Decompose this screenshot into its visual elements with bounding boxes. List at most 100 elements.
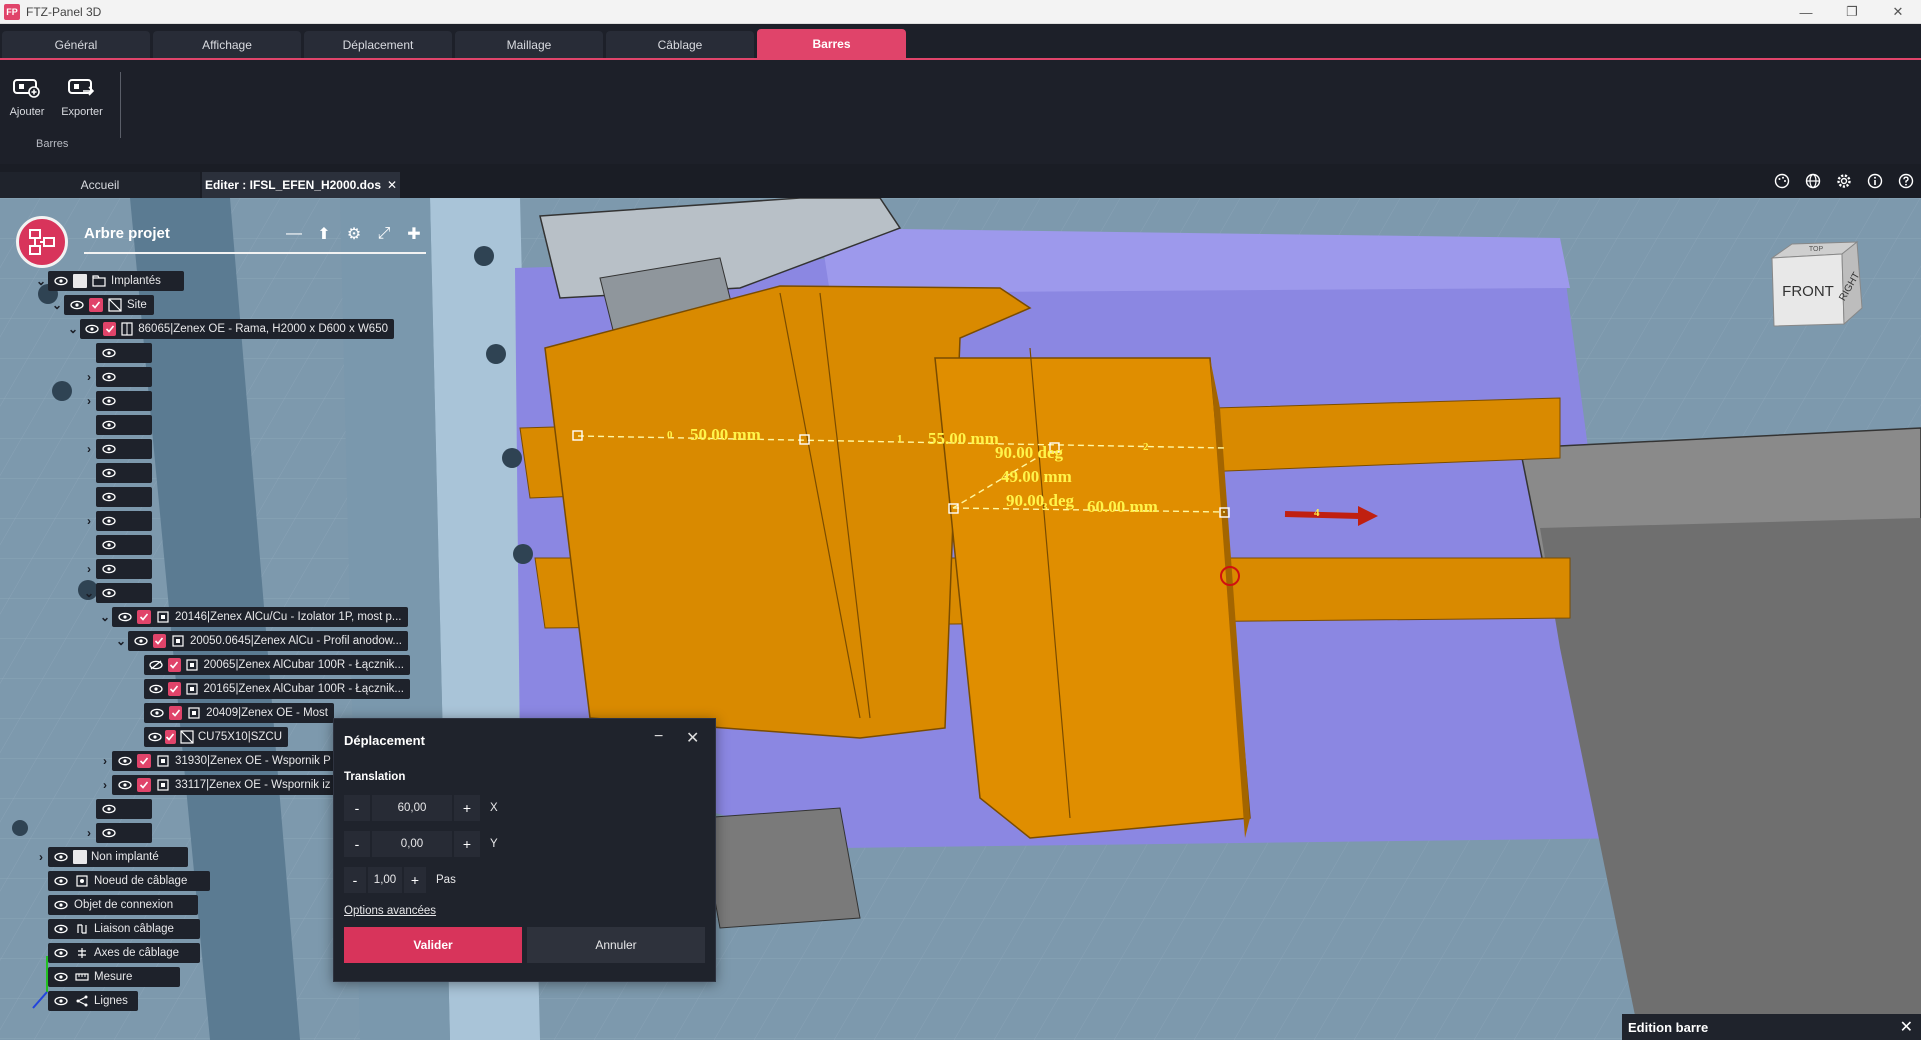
popout-icon[interactable]: ⤢ — [374, 224, 394, 244]
eye-icon[interactable] — [100, 559, 118, 579]
expand-icon[interactable]: ✚ — [404, 224, 424, 244]
chevron-down-icon[interactable]: ⌄ — [98, 610, 112, 624]
eye-hidden-icon[interactable] — [148, 655, 165, 675]
eye-icon[interactable] — [100, 583, 118, 603]
close-panel-button[interactable]: ✕ — [1900, 1017, 1913, 1037]
step-decrement-button[interactable]: - — [344, 867, 366, 893]
chevron-right-icon[interactable]: › — [98, 778, 112, 792]
close-window-button[interactable]: ✕ — [1875, 0, 1921, 24]
settings-icon[interactable]: ⚙ — [344, 224, 364, 244]
chevron-right-icon[interactable]: › — [82, 826, 96, 840]
tab-editor[interactable]: Editer : IFSL_EFEN_H2000.dos ✕ — [202, 172, 400, 198]
eye-icon[interactable] — [100, 439, 118, 459]
tab-maillage[interactable]: Maillage — [455, 31, 603, 58]
visibility-checkbox[interactable] — [167, 682, 181, 696]
visibility-checkbox[interactable] — [137, 754, 151, 768]
eye-icon[interactable] — [100, 463, 118, 483]
visibility-checkbox[interactable] — [152, 634, 167, 648]
chevron-down-icon[interactable]: ⌄ — [114, 634, 128, 648]
tab-general[interactable]: Général — [2, 31, 150, 58]
cabinet-icon — [120, 321, 134, 337]
eye-icon[interactable] — [100, 367, 118, 387]
eye-icon[interactable] — [148, 703, 166, 723]
visibility-checkbox[interactable] — [165, 730, 176, 744]
eye-icon[interactable] — [68, 295, 86, 315]
chevron-down-icon[interactable]: ⌄ — [50, 298, 64, 312]
eye-icon[interactable] — [148, 727, 162, 747]
minimize-window-button[interactable]: — — [1783, 0, 1829, 24]
validate-button[interactable]: Valider — [344, 927, 522, 963]
eye-icon[interactable] — [52, 991, 70, 1011]
chevron-down-icon[interactable]: ⌄ — [66, 322, 80, 336]
eye-icon[interactable] — [52, 871, 70, 891]
eye-icon[interactable] — [100, 391, 118, 411]
move-up-icon[interactable]: ⬆ — [314, 224, 334, 244]
visibility-checkbox[interactable] — [167, 658, 181, 672]
close-dialog-button[interactable]: ✕ — [686, 728, 699, 748]
chevron-right-icon[interactable]: › — [82, 394, 96, 408]
chevron-down-icon[interactable]: ⌄ — [82, 586, 96, 600]
eye-icon[interactable] — [100, 343, 118, 363]
y-decrement-button[interactable]: - — [344, 831, 370, 857]
chevron-right-icon[interactable]: › — [82, 562, 96, 576]
y-increment-button[interactable]: + — [454, 831, 480, 857]
palette-icon[interactable] — [1766, 173, 1797, 189]
eye-icon[interactable] — [52, 847, 70, 867]
visibility-checkbox[interactable] — [137, 610, 151, 624]
eye-icon[interactable] — [52, 943, 70, 963]
eye-icon[interactable] — [100, 799, 118, 819]
visibility-checkbox[interactable] — [73, 274, 87, 288]
tab-affichage[interactable]: Affichage — [153, 31, 301, 58]
step-increment-button[interactable]: + — [404, 867, 426, 893]
eye-icon[interactable] — [100, 535, 118, 555]
x-value-input[interactable]: 60,00 — [372, 795, 452, 821]
eye-icon[interactable] — [116, 775, 134, 795]
3d-viewport[interactable]: 0 50.00 mm 1 55.00 mm 90.00 deg 2 49.00 … — [0, 198, 1921, 1040]
eye-icon[interactable] — [52, 895, 70, 915]
x-decrement-button[interactable]: - — [344, 795, 370, 821]
chevron-right-icon[interactable]: › — [82, 370, 96, 384]
chevron-down-icon[interactable]: ⌄ — [34, 274, 48, 288]
visibility-checkbox[interactable] — [73, 850, 87, 864]
step-value-input[interactable]: 1,00 — [368, 867, 402, 893]
eye-icon[interactable] — [52, 271, 70, 291]
eye-icon[interactable] — [116, 751, 134, 771]
chevron-right-icon[interactable]: › — [82, 442, 96, 456]
chevron-right-icon[interactable]: › — [34, 850, 48, 864]
gear-icon[interactable] — [1828, 173, 1859, 189]
collapse-icon[interactable]: — — [284, 224, 304, 244]
advanced-options-link[interactable]: Options avancées — [344, 905, 436, 917]
chevron-right-icon[interactable]: › — [98, 754, 112, 768]
minimize-dialog-button[interactable]: − — [654, 728, 663, 746]
eye-icon[interactable] — [100, 823, 118, 843]
eye-icon[interactable] — [100, 511, 118, 531]
close-tab-icon[interactable]: ✕ — [387, 178, 397, 192]
eye-icon[interactable] — [132, 631, 150, 651]
eye-icon[interactable] — [100, 415, 118, 435]
visibility-checkbox[interactable] — [89, 298, 103, 312]
tab-cablage[interactable]: Câblage — [606, 31, 754, 58]
visibility-checkbox[interactable] — [137, 778, 151, 792]
chevron-right-icon[interactable]: › — [82, 514, 96, 528]
x-increment-button[interactable]: + — [454, 795, 480, 821]
y-value-input[interactable]: 0,00 — [372, 831, 452, 857]
visibility-checkbox[interactable] — [168, 706, 183, 720]
visibility-checkbox[interactable] — [103, 322, 116, 336]
restore-window-button[interactable]: ❐ — [1829, 0, 1875, 24]
tab-deplacement[interactable]: Déplacement — [304, 31, 452, 58]
help-icon[interactable] — [1890, 173, 1921, 189]
tab-barres[interactable]: Barres — [757, 29, 906, 58]
navigation-cube[interactable]: FRONT RIGHT TOP — [1762, 236, 1872, 336]
eye-icon[interactable] — [100, 487, 118, 507]
add-bar-button[interactable]: Ajouter — [1, 76, 53, 118]
eye-icon[interactable] — [148, 679, 165, 699]
info-icon[interactable] — [1859, 173, 1890, 189]
eye-icon[interactable] — [84, 319, 100, 339]
export-bar-button[interactable]: Exporter — [56, 76, 108, 118]
globe-icon[interactable] — [1797, 173, 1828, 189]
eye-icon[interactable] — [52, 967, 70, 987]
eye-icon[interactable] — [116, 607, 134, 627]
cancel-button[interactable]: Annuler — [527, 927, 705, 963]
tab-accueil[interactable]: Accueil — [0, 172, 200, 198]
eye-icon[interactable] — [52, 919, 70, 939]
